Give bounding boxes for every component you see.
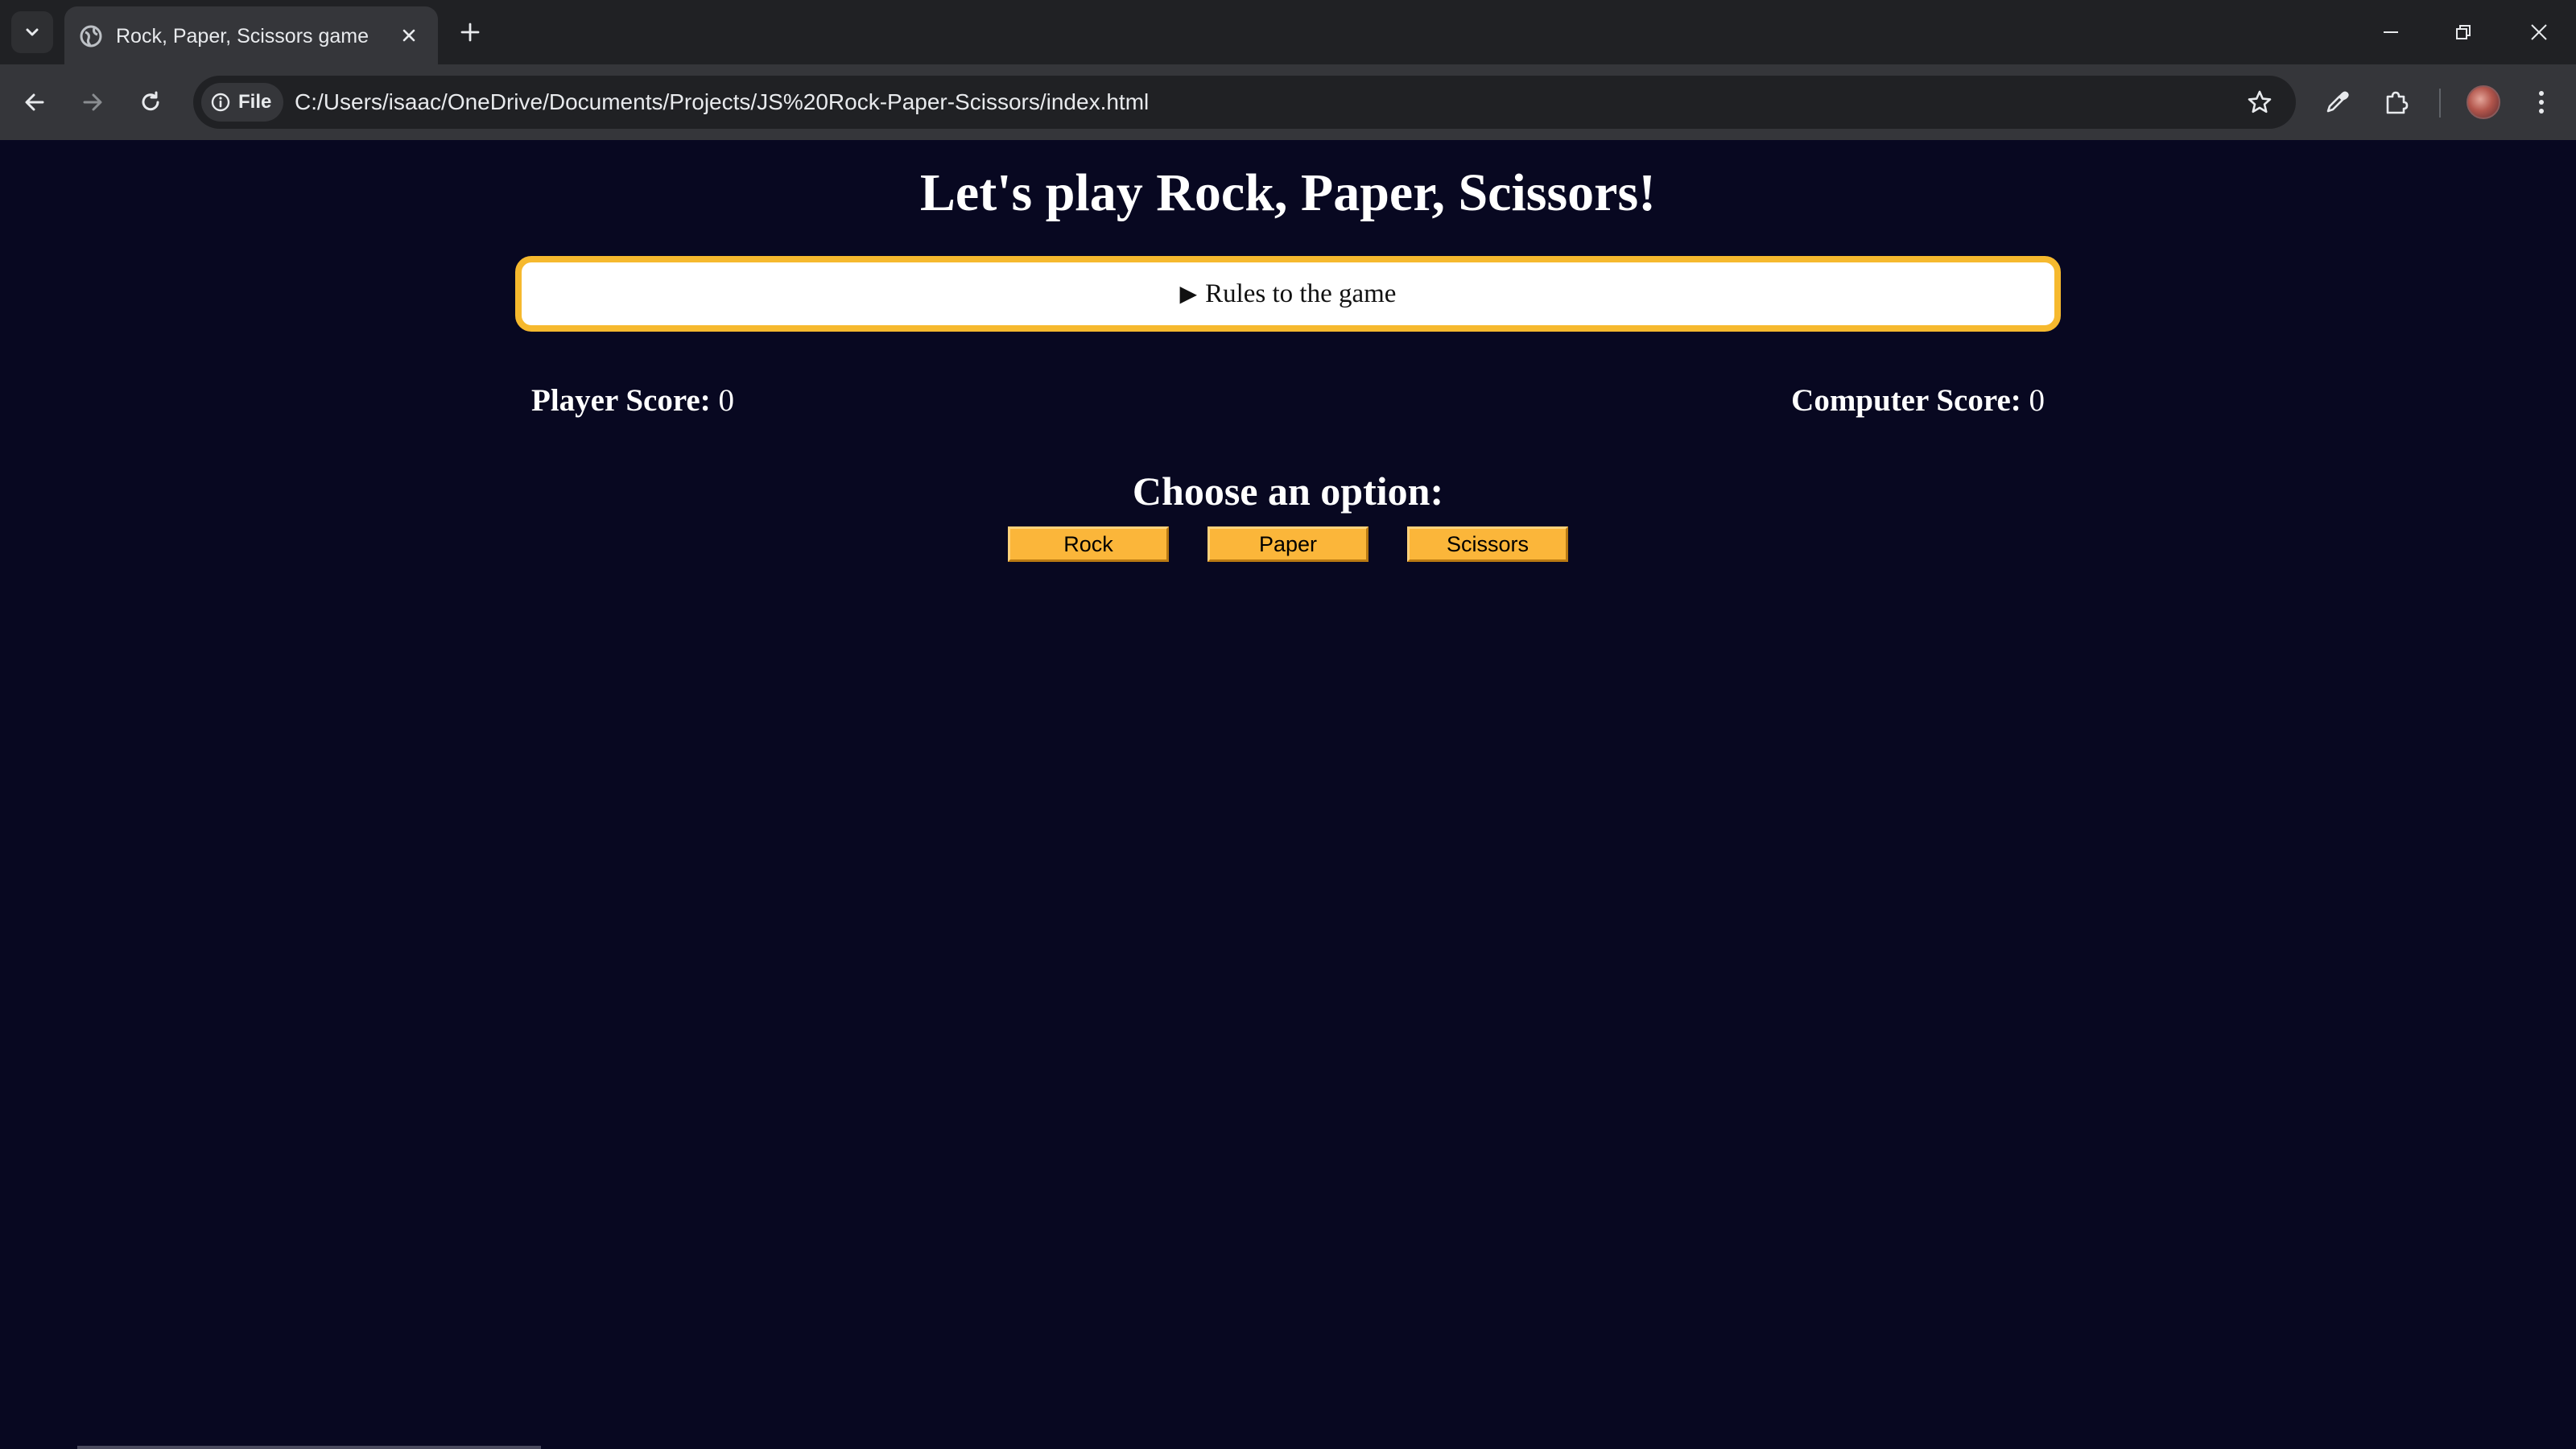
- eyedropper-icon: [2326, 91, 2349, 113]
- close-window-button[interactable]: [2515, 8, 2563, 56]
- browser-chrome: Rock, Paper, Scissors game File C:/Users…: [0, 0, 2576, 140]
- plus-icon: [460, 23, 480, 42]
- eyedropper-button[interactable]: [2315, 80, 2359, 124]
- profile-avatar[interactable]: [2467, 85, 2500, 119]
- rock-button[interactable]: Rock: [1008, 526, 1169, 562]
- url-text[interactable]: C:/Users/isaac/OneDrive/Documents/Projec…: [295, 89, 1149, 116]
- rules-disclosure[interactable]: ▶ Rules to the game: [515, 256, 2061, 332]
- puzzle-icon: [2386, 91, 2409, 114]
- tab-title: Rock, Paper, Scissors game: [116, 25, 369, 47]
- forward-button[interactable]: [72, 82, 113, 122]
- page-title: Let's play Rock, Paper, Scissors!: [919, 163, 1657, 222]
- reload-icon: [142, 91, 159, 111]
- site-chip-label: File: [238, 91, 272, 113]
- back-arrow-icon: [25, 93, 44, 111]
- triangle-right-icon: ▶: [1179, 282, 1198, 307]
- tab-search-button[interactable]: [11, 11, 53, 53]
- kebab-menu-icon: [2539, 91, 2544, 114]
- new-tab-button[interactable]: [454, 16, 486, 48]
- minimize-icon: [2384, 31, 2398, 33]
- scissors-button[interactable]: Scissors: [1407, 526, 1568, 562]
- forward-arrow-icon: [83, 93, 102, 111]
- minimize-button[interactable]: [2367, 8, 2415, 56]
- close-icon: [402, 29, 415, 42]
- toolbar-separator: [2439, 89, 2441, 118]
- rules-label: Rules to the game: [1205, 279, 1397, 308]
- bookmark-button[interactable]: [2243, 85, 2277, 119]
- player-score-label: Player Score:: [531, 383, 711, 418]
- browser-menu-button[interactable]: [2520, 80, 2563, 124]
- restore-icon: [2456, 25, 2471, 39]
- player-score: Player Score: 0: [531, 380, 734, 422]
- paper-button[interactable]: Paper: [1208, 526, 1368, 562]
- browser-tab-active[interactable]: Rock, Paper, Scissors game: [64, 6, 438, 64]
- star-icon: [2248, 90, 2272, 114]
- browser-toolbar: File C:/Users/isaac/OneDrive/Documents/P…: [0, 64, 2576, 140]
- close-icon: [2531, 24, 2547, 40]
- horizontal-scrollbar[interactable]: [77, 1446, 541, 1449]
- globe-icon: [80, 25, 102, 47]
- chevron-down-icon: [26, 28, 39, 36]
- site-info-chip[interactable]: File: [201, 83, 283, 122]
- info-icon: [211, 93, 230, 112]
- computer-score-value: 0: [2029, 383, 2046, 418]
- tab-strip: Rock, Paper, Scissors game: [0, 0, 2576, 64]
- page-content: Let's play Rock, Paper, Scissors! ▶ Rule…: [0, 140, 2576, 1449]
- player-score-value: 0: [718, 383, 734, 418]
- choose-heading: Choose an option:: [1132, 469, 1444, 514]
- computer-score: Computer Score: 0: [1791, 380, 2045, 422]
- extensions-button[interactable]: [2375, 80, 2418, 124]
- computer-score-label: Computer Score:: [1791, 383, 2021, 418]
- reload-button[interactable]: [130, 82, 171, 122]
- back-button[interactable]: [14, 82, 55, 122]
- restore-button[interactable]: [2439, 8, 2487, 56]
- address-bar[interactable]: File C:/Users/isaac/OneDrive/Documents/P…: [193, 76, 2296, 129]
- tab-close-button[interactable]: [394, 21, 423, 50]
